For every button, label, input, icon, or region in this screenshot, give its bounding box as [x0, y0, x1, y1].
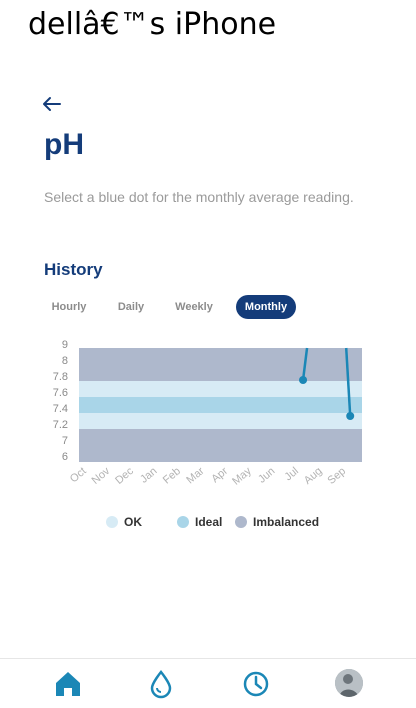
legend-label-imbalanced: Imbalanced — [253, 515, 320, 529]
x-tick-label: Oct — [68, 465, 89, 485]
tab-weekly[interactable]: Weekly — [162, 295, 226, 319]
y-tick-label: 8 — [62, 355, 68, 367]
tab-daily[interactable]: Daily — [106, 295, 156, 319]
avatar[interactable] — [335, 669, 363, 697]
x-tick-label: Apr — [209, 465, 230, 485]
y-tick-label: 7.8 — [53, 371, 68, 383]
y-tick-label: 7 — [62, 435, 68, 447]
x-tick-label: Jan — [138, 465, 159, 486]
legend-swatch-imbalanced — [235, 516, 247, 528]
band-ideal-2 — [79, 397, 362, 413]
legend-swatch-ok — [106, 516, 118, 528]
x-tick-label: Jul — [282, 465, 300, 483]
data-point[interactable] — [299, 376, 308, 384]
page-title: pH — [44, 128, 84, 161]
y-tick-label: 7.6 — [53, 387, 68, 399]
history-heading: History — [44, 260, 103, 279]
x-tick-label: Mar — [184, 465, 206, 487]
y-tick-label: 7.4 — [53, 403, 68, 415]
y-tick-label: 6 — [62, 451, 68, 463]
tab-hourly[interactable]: Hourly — [44, 295, 94, 319]
x-tick-label: Dec — [113, 465, 136, 487]
x-tick-label: Sep — [325, 465, 348, 487]
band-ok-3 — [79, 413, 362, 429]
home-icon[interactable] — [53, 669, 83, 699]
bottom-navigation — [0, 658, 416, 708]
ph-history-chart: 9 8 7.8 7.6 7.4 7.2 7 6Oct Nov Dec Jan Feb Mar Apr May… — [53, 339, 362, 488]
tab-monthly[interactable]: Monthly — [236, 295, 296, 319]
x-tick-label: Nov — [90, 465, 113, 487]
x-tick-label: Jun — [256, 465, 277, 486]
band-ok-1 — [79, 381, 362, 397]
instructions-text: Select a blue dot for the monthly averag… — [44, 189, 354, 205]
band-imbalanced-4 — [79, 429, 362, 462]
y-tick-label: 7.2 — [53, 419, 68, 431]
band-imbalanced-0 — [79, 348, 362, 381]
ph-panel: pH Select a blue dot for the monthly ave… — [20, 40, 396, 660]
avatar-image — [335, 669, 363, 697]
device-name: dellâ€™s iPhone — [28, 7, 277, 42]
x-tick-label: Feb — [161, 465, 183, 486]
clock-icon[interactable] — [241, 669, 271, 699]
back-arrow-icon[interactable] — [42, 96, 62, 112]
x-tick-label: May — [230, 465, 254, 488]
y-tick-label: 9 — [62, 339, 68, 351]
data-point[interactable] — [346, 412, 355, 420]
x-tick-label: Aug — [302, 465, 325, 487]
legend-swatch-ideal — [177, 516, 189, 528]
legend-label-ideal: Ideal — [195, 515, 223, 529]
legend-label-ok: OK — [124, 515, 142, 529]
water-drop-icon[interactable] — [146, 669, 176, 699]
